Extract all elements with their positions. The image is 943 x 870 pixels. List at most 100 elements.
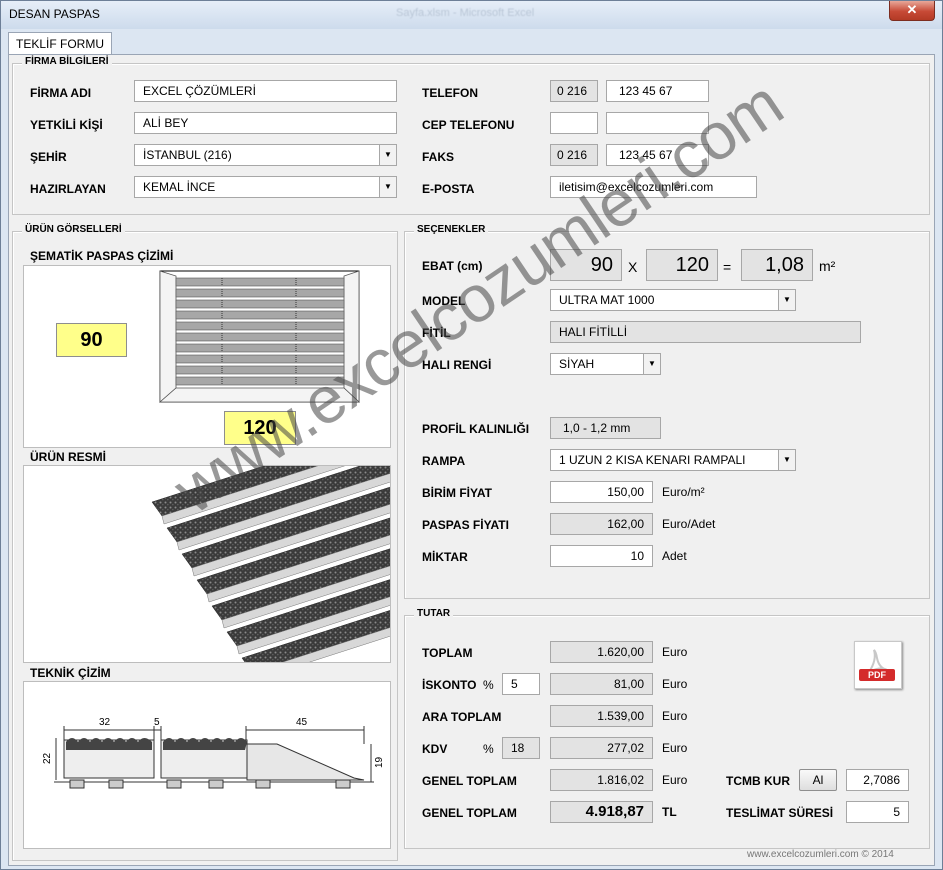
- kdv-field[interactable]: 277,02: [550, 737, 653, 759]
- miktar-label: MİKTAR: [422, 550, 468, 564]
- sehir-select[interactable]: İSTANBUL (216) ▼: [134, 144, 397, 166]
- mat-slat: [175, 310, 345, 320]
- profil-label: PROFİL KALINLIĞI: [422, 422, 530, 436]
- close-button[interactable]: ✕: [889, 1, 935, 21]
- chevron-down-icon[interactable]: ▼: [778, 290, 795, 310]
- genel-toplam-euro-field[interactable]: 1.816,02: [550, 769, 653, 791]
- firma-adi-field[interactable]: EXCEL ÇÖZÜMLERİ: [134, 80, 397, 102]
- teknik-label: TEKNİK ÇİZİM: [30, 666, 111, 680]
- kdv-unit: Euro: [662, 741, 688, 755]
- hazirlayan-select[interactable]: KEMAL İNCE ▼: [134, 176, 397, 198]
- telefon-label: TELEFON: [422, 86, 478, 100]
- faks-label: FAKS: [422, 150, 455, 164]
- model-select[interactable]: ULTRA MAT 1000 ▼: [550, 289, 796, 311]
- mat-slat: [175, 321, 345, 331]
- fitil-field[interactable]: HALI FİTİLLİ: [550, 321, 861, 343]
- genel-toplam-tl-unit: TL: [662, 805, 677, 819]
- width-badge: 90: [56, 323, 127, 357]
- birim-fiyat-unit: Euro/m²: [662, 485, 705, 499]
- genel-toplam-tl-label: GENEL TOPLAM: [422, 806, 517, 820]
- tutar-frame-label: TUTAR: [414, 608, 454, 619]
- pdf-label: PDF: [868, 670, 887, 680]
- technical-drawing: 32 5 45 22 19: [42, 717, 385, 789]
- cep-code-field[interactable]: [550, 112, 598, 134]
- paspas-fiyati-unit: Euro/Adet: [662, 517, 716, 531]
- resim-label: ÜRÜN RESMİ: [30, 450, 107, 464]
- firma-frame-label: FİRMA BİLGİLERİ: [22, 56, 112, 67]
- paspas-fiyati-label: PASPAS FİYATI: [422, 518, 509, 532]
- chevron-down-icon[interactable]: ▼: [778, 450, 795, 470]
- iskonto-unit: Euro: [662, 677, 688, 691]
- sematik-label: ŞEMATİK PASPAS ÇİZİMİ: [30, 249, 174, 263]
- faks-code-field[interactable]: 0 216: [550, 144, 598, 166]
- rampa-value: 1 UZUN 2 KISA KENARI RAMPALI: [559, 453, 746, 467]
- mat-slat: [175, 277, 345, 287]
- dim-22-label: 22: [42, 752, 53, 764]
- dim-32-label: 32: [99, 717, 111, 728]
- form-page: FİRMA BİLGİLERİ FİRMA ADI EXCEL ÇÖZÜMLER…: [8, 54, 935, 866]
- iskonto-field[interactable]: 81,00: [550, 673, 653, 695]
- chevron-down-icon[interactable]: ▼: [379, 177, 396, 197]
- rampa-select[interactable]: 1 UZUN 2 KISA KENARI RAMPALI ▼: [550, 449, 796, 471]
- hali-rengi-select[interactable]: SİYAH ▼: [550, 353, 661, 375]
- telefon-code-field[interactable]: 0 216: [550, 80, 598, 102]
- profil-field[interactable]: 1,0 - 1,2 mm: [550, 417, 661, 439]
- mat-slat: [175, 332, 345, 342]
- mat-slat: [175, 343, 345, 353]
- tcmb-kur-label: TCMB KUR: [726, 774, 790, 788]
- yetkili-label: YETKİLİ KİŞİ: [30, 118, 103, 132]
- dim-19-label: 19: [374, 756, 385, 768]
- eposta-label: E-POSTA: [422, 182, 475, 196]
- pdf-button[interactable]: PDF: [854, 641, 902, 689]
- tcmb-kur-al-button[interactable]: Al: [799, 769, 837, 791]
- miktar-unit: Adet: [662, 549, 687, 563]
- cep-label: CEP TELEFONU: [422, 118, 515, 132]
- ebat-unit: m²: [819, 258, 836, 274]
- model-value: ULTRA MAT 1000: [559, 293, 655, 307]
- hazirlayan-value: KEMAL İNCE: [143, 180, 216, 194]
- mat-slat: [175, 299, 345, 309]
- mat-slat: [175, 288, 345, 298]
- ebat-area-field[interactable]: 1,08: [741, 249, 813, 281]
- firma-adi-label: FİRMA ADI: [30, 86, 92, 100]
- urun-frame-label: ÜRÜN GÖRSELLERİ: [22, 224, 125, 235]
- miktar-field[interactable]: 10: [550, 545, 653, 567]
- chevron-down-icon[interactable]: ▼: [643, 354, 660, 374]
- dim-45-label: 45: [296, 717, 308, 728]
- toplam-field[interactable]: 1.620,00: [550, 641, 653, 663]
- ebat-length-field[interactable]: 120: [646, 249, 718, 281]
- ara-toplam-field[interactable]: 1.539,00: [550, 705, 653, 727]
- ara-toplam-label: ARA TOPLAM: [422, 710, 502, 724]
- birim-fiyat-field[interactable]: 150,00: [550, 481, 653, 503]
- kdv-percent-sign: %: [483, 742, 494, 756]
- genel-toplam-tl-field[interactable]: 4.918,87: [550, 801, 653, 823]
- dim-5-label: 5: [154, 717, 160, 728]
- excel-ghost-title: Sayfa.xlsm - Microsoft Excel: [396, 7, 535, 19]
- yetkili-field[interactable]: ALİ BEY: [134, 112, 397, 134]
- telefon-number-field[interactable]: 123 45 67: [606, 80, 709, 102]
- paspas-fiyati-field[interactable]: 162,00: [550, 513, 653, 535]
- iskonto-percent-sign: %: [483, 678, 494, 692]
- ebat-equals: =: [723, 259, 732, 275]
- sehir-label: ŞEHİR: [30, 150, 67, 164]
- sehir-value: İSTANBUL (216): [143, 148, 232, 162]
- footer-copyright: www.excelcozumleri.com © 2014: [747, 849, 894, 860]
- hali-rengi-value: SİYAH: [559, 357, 595, 371]
- hazirlayan-label: HAZIRLAYAN: [30, 182, 106, 196]
- pdf-icon: PDF: [859, 649, 895, 681]
- tcmb-kur-field[interactable]: 2,7086: [846, 769, 909, 791]
- teslimat-field[interactable]: 5: [846, 801, 909, 823]
- ara-toplam-unit: Euro: [662, 709, 688, 723]
- kdv-percent-field[interactable]: 18: [502, 737, 540, 759]
- teknik-cizim-panel: 32 5 45 22 19: [23, 681, 391, 849]
- teslimat-label: TESLİMAT SÜRESİ: [726, 806, 834, 820]
- title-bar[interactable]: DESAN PASPAS Sayfa.xlsm - Microsoft Exce…: [1, 1, 942, 29]
- iskonto-label: İSKONTO: [422, 678, 477, 692]
- kdv-label: KDV: [422, 742, 448, 756]
- iskonto-percent-field[interactable]: 5: [502, 673, 540, 695]
- chevron-down-icon[interactable]: ▼: [379, 145, 396, 165]
- toplam-unit: Euro: [662, 645, 688, 659]
- genel-toplam-euro-label: GENEL TOPLAM: [422, 774, 517, 788]
- tab-teklif-formu[interactable]: TEKLİF FORMU: [8, 32, 112, 55]
- toplam-label: TOPLAM: [422, 646, 473, 660]
